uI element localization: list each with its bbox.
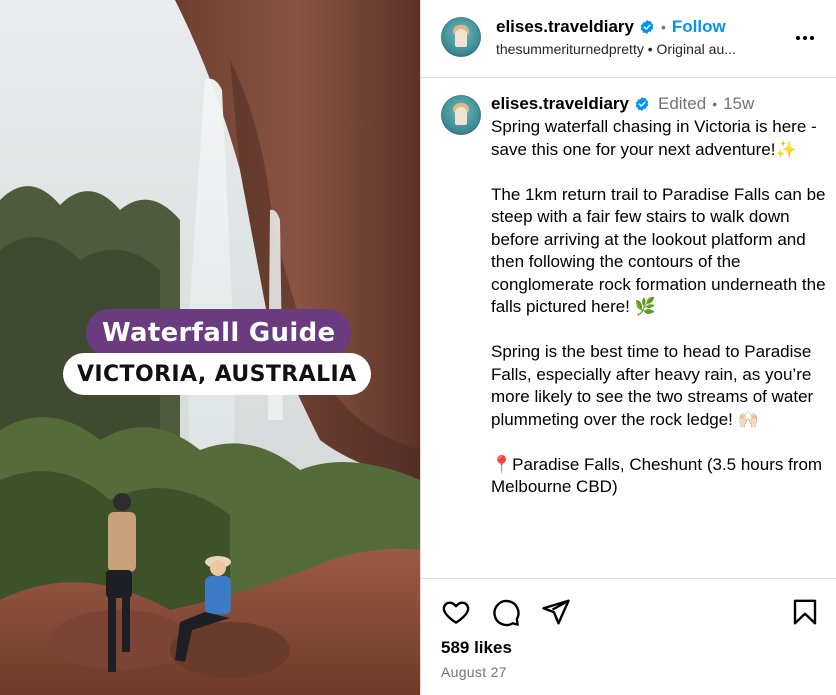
- post-date[interactable]: August 27: [441, 664, 507, 680]
- caption-author-avatar[interactable]: [441, 95, 481, 135]
- pin-emoji: 📍: [491, 454, 513, 475]
- post-age[interactable]: 15w: [723, 94, 754, 114]
- heart-icon[interactable]: [441, 597, 471, 627]
- follow-button[interactable]: Follow: [672, 17, 726, 37]
- verified-badge-icon: [640, 20, 654, 34]
- caption-text: Spring waterfall chasing in Victoria is …: [491, 116, 831, 521]
- caption-separator: •: [712, 96, 718, 112]
- caption-paragraph: 📍Paradise Falls, Cheshunt (3.5 hours fro…: [491, 454, 823, 497]
- likes-count[interactable]: 589 likes: [441, 638, 512, 658]
- author-username[interactable]: elises.traveldiary: [496, 17, 634, 37]
- author-avatar[interactable]: [441, 17, 481, 57]
- bookmark-icon[interactable]: [790, 597, 820, 627]
- more-options-icon[interactable]: [793, 26, 817, 50]
- overlay-title-badge: Waterfall Guide: [86, 309, 352, 357]
- caption-paragraph: Spring is the best time to head to Parad…: [491, 342, 814, 430]
- overlay-subtitle-badge: VICTORIA, AUSTRALIA: [63, 353, 371, 395]
- verified-badge-icon: [635, 97, 649, 111]
- comment-icon[interactable]: [491, 597, 521, 627]
- caption-username[interactable]: elises.traveldiary: [491, 94, 629, 114]
- caption-paragraph: Spring waterfall chasing in Victoria is …: [491, 117, 817, 160]
- post-header: elises.traveldiary • Follow thesummeritu…: [421, 0, 836, 78]
- post-sidebar: elises.traveldiary • Follow thesummeritu…: [420, 0, 836, 695]
- raised-hands-emoji: 🙌🏻: [737, 409, 759, 430]
- herb-emoji: 🌿: [634, 297, 656, 317]
- post-modal: Waterfall Guide VICTORIA, AUSTRALIA elis…: [0, 0, 836, 695]
- post-photo[interactable]: Waterfall Guide VICTORIA, AUSTRALIA: [0, 0, 420, 695]
- sparkles-emoji: ✨: [775, 139, 797, 160]
- share-icon[interactable]: [541, 597, 571, 627]
- header-user-row: elises.traveldiary • Follow: [496, 17, 726, 37]
- caption-section: elises.traveldiary Edited • 15w Spring w…: [421, 79, 836, 577]
- caption-user-row: elises.traveldiary Edited • 15w: [491, 94, 754, 114]
- edited-label: Edited: [657, 94, 707, 113]
- audio-attribution[interactable]: thesummeriturnedpretty • Original au...: [496, 41, 736, 57]
- header-separator: •: [660, 19, 666, 35]
- caption-paragraph: The 1km return trail to Paradise Falls c…: [491, 184, 826, 318]
- post-actions: 589 likes August 27: [421, 578, 836, 695]
